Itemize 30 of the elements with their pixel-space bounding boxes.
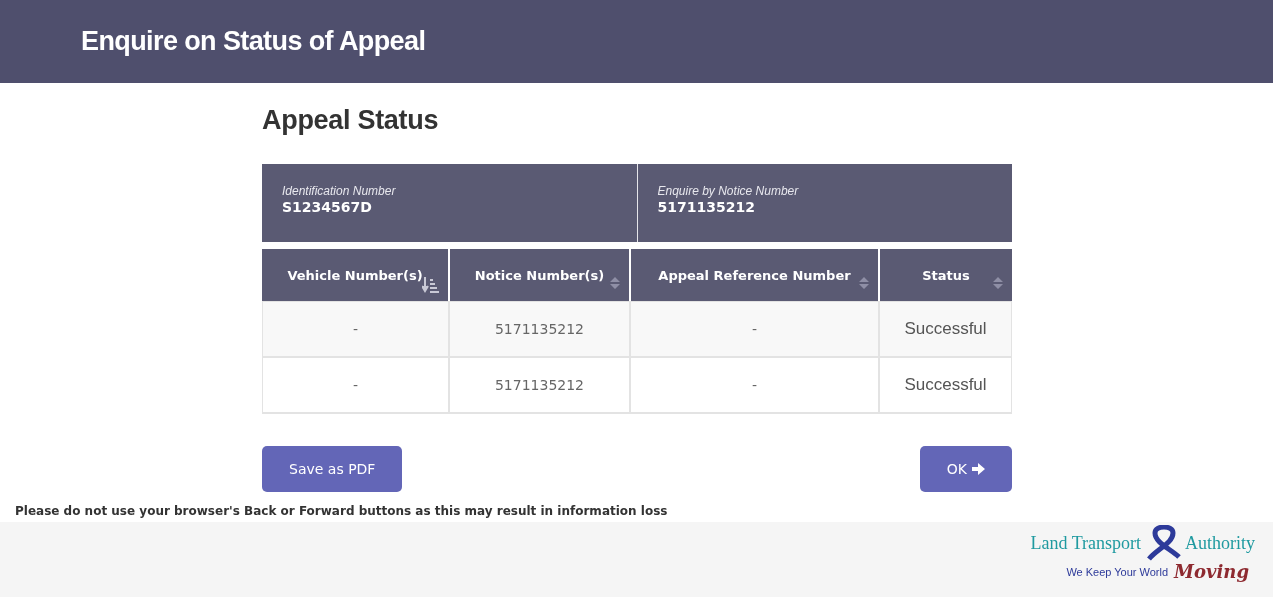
table-cell: Successful <box>878 358 1012 414</box>
ok-button[interactable]: OK <box>919 446 1012 492</box>
column-header[interactable]: Status <box>878 249 1012 301</box>
warning-text: Please do not use your browser's Back or Forward buttons as this may result in information loss <box>15 504 669 520</box>
table-cell: - <box>629 301 878 358</box>
sort-icon <box>992 275 1004 291</box>
field-label: Identification Number <box>282 184 397 198</box>
section-heading: Appeal Status <box>262 105 440 136</box>
field-value: 5171135212 <box>657 199 756 215</box>
logo-tagline: Moving <box>1174 561 1249 582</box>
table-cell: Successful <box>878 301 1012 358</box>
column-header[interactable]: Appeal Reference Number <box>629 249 878 301</box>
logo-text: Land Transport <box>1030 532 1141 554</box>
table-cell: 5171135212 <box>448 358 629 414</box>
table-cell: - <box>629 358 878 414</box>
field-value: S1234567D <box>282 199 373 215</box>
field-label: Enquire by Notice Number <box>657 184 800 198</box>
arrow-right-icon <box>972 463 985 475</box>
logo-text: Authority <box>1185 532 1255 554</box>
table-cell: - <box>262 301 448 358</box>
sort-icon <box>858 275 870 291</box>
column-header[interactable]: Vehicle Number(s) <box>262 249 448 301</box>
save-pdf-button[interactable]: Save as PDF <box>262 446 403 492</box>
table-cell: 5171135212 <box>448 301 629 358</box>
page-title: Enquire on Status of Appeal <box>81 26 426 57</box>
sort-icon <box>609 275 621 291</box>
column-header[interactable]: Notice Number(s) <box>448 249 629 301</box>
table-cell: - <box>262 358 448 414</box>
sort-descending-icon <box>422 275 440 295</box>
logo-tagline: We Keep Your World <box>1066 565 1169 578</box>
